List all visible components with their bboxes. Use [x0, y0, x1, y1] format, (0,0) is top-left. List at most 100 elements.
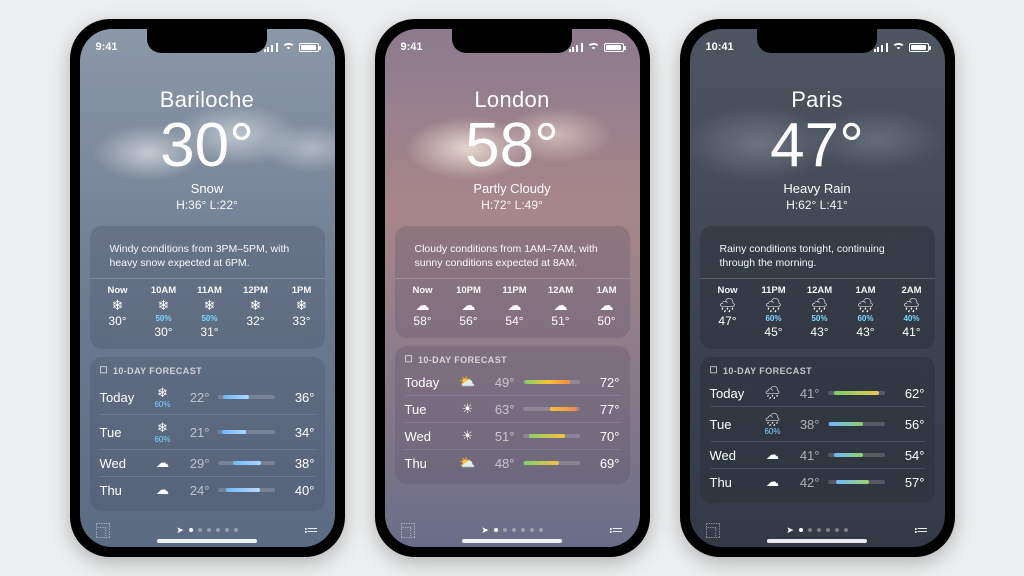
notch: [757, 29, 877, 53]
page-dots[interactable]: ➤: [481, 525, 543, 536]
current-temp: 58°: [395, 115, 630, 177]
precip-pct: 60%: [765, 314, 781, 323]
daily-row[interactable]: Wed☁41°54°: [710, 441, 925, 468]
hourly-card[interactable]: Cloudy conditions from 1AM–7AM, with sun…: [395, 226, 630, 338]
precip-pct: 60%: [152, 436, 174, 444]
hour-temp: 30°: [154, 325, 172, 339]
battery-icon: [909, 43, 929, 52]
wifi-icon: [282, 43, 295, 52]
daily-card[interactable]: ☐ 10-DAY FORECAST Today⛅49°72°Tue☀63°77°…: [395, 346, 630, 484]
temp-range-bar: [828, 391, 885, 395]
weather-icon: 🌧: [765, 298, 783, 312]
day-name: Wed: [710, 448, 754, 463]
precip-pct: 60%: [762, 428, 784, 436]
daily-row[interactable]: Today⛅49°72°: [405, 369, 620, 395]
home-indicator[interactable]: [767, 539, 867, 543]
list-button[interactable]: ≔: [609, 521, 624, 539]
temp-range-bar: [523, 461, 580, 465]
weather-icon: ☁: [508, 298, 522, 312]
home-indicator[interactable]: [157, 539, 257, 543]
low-temp: 51°: [487, 429, 515, 444]
day-name: Tue: [405, 402, 449, 417]
precip-pct: 60%: [857, 314, 873, 323]
summary-text: Windy conditions from 3PM–5PM, with heav…: [100, 234, 315, 276]
high-temp: 36°: [283, 390, 315, 405]
day-name: Tue: [710, 417, 754, 432]
hourly-scroll[interactable]: Now❄30°10AM❄50%30°11AM❄50%31°12PM❄32°1PM…: [100, 285, 315, 341]
screen[interactable]: 10:41 Paris 47° Heavy Rain H:62° L:41° R…: [690, 29, 945, 547]
daily-row[interactable]: Thu☁42°57°: [710, 468, 925, 495]
daily-row[interactable]: Tue🌧60%38°56°: [710, 406, 925, 441]
location-arrow-icon: ➤: [786, 525, 794, 536]
weather-icon: ❄: [250, 298, 262, 312]
weather-icon: ⛅: [457, 455, 479, 471]
hour-cell: 11PM🌧60%45°: [756, 285, 792, 339]
temp-range-bar: [218, 430, 275, 434]
divider: [90, 278, 325, 279]
current-condition: Partly Cloudy: [395, 181, 630, 196]
list-button[interactable]: ≔: [304, 521, 319, 539]
hour-label: Now: [107, 285, 127, 296]
high-temp: 54°: [893, 448, 925, 463]
map-button[interactable]: ⿹: [96, 520, 111, 541]
day-name: Today: [710, 386, 754, 401]
temp-range-bar: [828, 422, 885, 426]
daily-row[interactable]: Today🌧41°62°: [710, 380, 925, 406]
hour-temp: 45°: [764, 325, 782, 339]
high-low: H:62° L:41°: [700, 198, 935, 212]
hour-cell: 1AM☁50°: [589, 285, 620, 328]
daily-row[interactable]: Thu⛅48°69°: [405, 449, 620, 476]
page-dots[interactable]: ➤: [786, 525, 848, 536]
wifi-icon: [587, 43, 600, 52]
hour-cell: Now🌧47°: [710, 285, 746, 339]
day-name: Thu: [710, 475, 754, 490]
current-condition: Snow: [90, 181, 325, 196]
hour-cell: 12AM☁51°: [543, 285, 579, 328]
daily-row[interactable]: Wed☀51°70°: [405, 422, 620, 449]
temp-range-bar: [828, 480, 885, 484]
hour-cell: 1PM❄33°: [284, 285, 315, 339]
precip-pct: 60%: [152, 401, 174, 409]
hour-cell: 10PM☁56°: [451, 285, 487, 328]
daily-row[interactable]: Tue❄60%21°34°: [100, 414, 315, 449]
hour-temp: 43°: [810, 325, 828, 339]
weather-icon: ☁: [416, 298, 430, 312]
hourly-card[interactable]: Windy conditions from 3PM–5PM, with heav…: [90, 226, 325, 349]
day-name: Wed: [100, 456, 144, 471]
city-name: Paris: [700, 87, 935, 113]
hour-label: 1PM: [292, 285, 312, 296]
temp-range-bar: [523, 380, 580, 384]
home-indicator[interactable]: [462, 539, 562, 543]
precip-pct: 40%: [903, 314, 919, 323]
daily-card[interactable]: ☐ 10-DAY FORECAST Today❄60%22°36°Tue❄60%…: [90, 357, 325, 511]
temp-range-bar: [523, 434, 580, 438]
weather-icon: 🌧: [857, 298, 875, 312]
daily-row[interactable]: Thu☁24°40°: [100, 476, 315, 503]
weather-icon: 🌧60%: [762, 412, 784, 436]
day-name: Tue: [100, 425, 144, 440]
city-name: London: [395, 87, 630, 113]
weather-icon: 🌧: [903, 298, 921, 312]
hour-label: 12AM: [807, 285, 832, 296]
location-arrow-icon: ➤: [481, 525, 489, 536]
daily-row[interactable]: Wed☁29°38°: [100, 449, 315, 476]
day-name: Thu: [100, 483, 144, 498]
high-temp: 62°: [893, 386, 925, 401]
hourly-scroll[interactable]: Now🌧47°11PM🌧60%45°12AM🌧50%43°1AM🌧60%43°2…: [710, 285, 925, 341]
notch: [147, 29, 267, 53]
screen[interactable]: 9:41 London 58° Partly Cloudy H:72° L:49…: [385, 29, 640, 547]
page-dots[interactable]: ➤: [176, 525, 238, 536]
hour-temp: 47°: [718, 314, 736, 328]
divider: [700, 278, 935, 279]
daily-row[interactable]: Tue☀63°77°: [405, 395, 620, 422]
daily-list: Today⛅49°72°Tue☀63°77°Wed☀51°70°Thu⛅48°6…: [405, 369, 620, 476]
hourly-card[interactable]: Rainy conditions tonight, continuing thr…: [700, 226, 935, 349]
list-button[interactable]: ≔: [914, 521, 929, 539]
day-name: Thu: [405, 456, 449, 471]
map-button[interactable]: ⿹: [401, 520, 416, 541]
daily-card[interactable]: ☐ 10-DAY FORECAST Today🌧41°62°Tue🌧60%38°…: [700, 357, 935, 503]
map-button[interactable]: ⿹: [706, 520, 721, 541]
hourly-scroll[interactable]: Now☁58°10PM☁56°11PM☁54°12AM☁51°1AM☁50°2☁: [405, 285, 620, 330]
daily-row[interactable]: Today❄60%22°36°: [100, 380, 315, 414]
screen[interactable]: 9:41 Bariloche 30° Snow H:36° L:22° Wind…: [80, 29, 335, 547]
